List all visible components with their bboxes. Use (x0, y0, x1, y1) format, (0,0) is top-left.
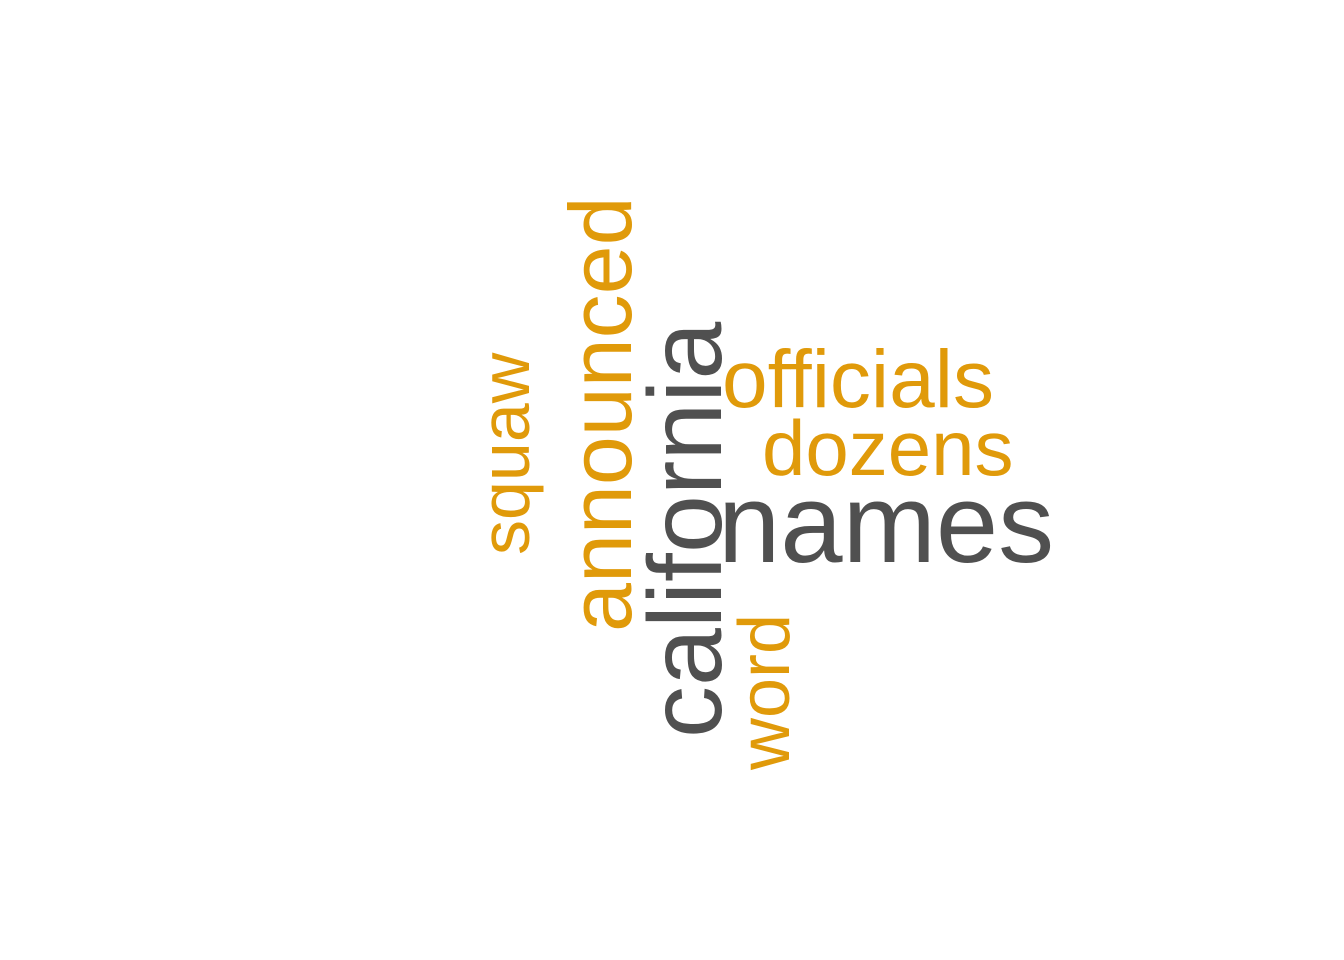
word-squaw: squaw (466, 352, 544, 555)
word-names: names (718, 461, 1055, 586)
word-cloud: squaw announced california word official… (0, 0, 1344, 960)
word-word: word (725, 613, 805, 770)
